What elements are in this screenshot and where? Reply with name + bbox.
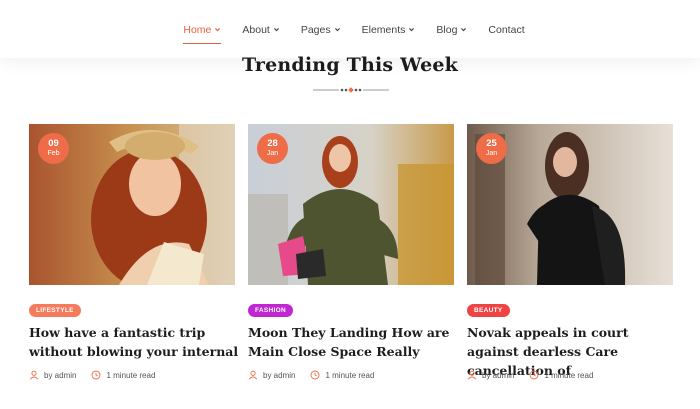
read-time: 1 minute read	[325, 370, 375, 380]
post-title[interactable]: Moon They Landing How are Main Close Spa…	[248, 323, 458, 361]
read-time: 1 minute read	[544, 370, 594, 380]
post-card: 28 Jan FASHION Moon They Landing How are…	[248, 124, 454, 380]
date-badge: 28 Jan	[257, 133, 288, 164]
chevron-down-icon	[273, 26, 280, 33]
post-meta: by admin 1 minute read	[467, 370, 593, 380]
user-icon	[29, 370, 39, 380]
chevron-down-icon	[334, 26, 341, 33]
main-navigation: Home About Pages Elements Blog Contact	[0, 0, 700, 58]
date-badge: 09 Feb	[38, 133, 69, 164]
post-author[interactable]: by admin	[263, 371, 295, 380]
date-day: 09	[48, 138, 59, 150]
date-month: Jan	[485, 150, 498, 158]
chevron-down-icon	[408, 26, 415, 33]
category-tag[interactable]: BEAUTY	[467, 304, 510, 317]
user-icon	[248, 370, 258, 380]
nav-item-label: Home	[183, 23, 212, 36]
nav-item-label: Contact	[488, 23, 525, 36]
date-badge: 25 Jan	[476, 133, 507, 164]
section-title: Trending This Week	[241, 54, 459, 76]
post-meta: by admin 1 minute read	[29, 370, 155, 380]
post-title[interactable]: How have a fantastic trip without blowin…	[29, 323, 239, 361]
category-tag[interactable]: FASHION	[248, 304, 293, 317]
nav-item-pages[interactable]: Pages	[301, 19, 341, 39]
post-image[interactable]: 28 Jan	[248, 124, 454, 285]
nav-item-label: Blog	[436, 23, 458, 36]
post-meta: by admin 1 minute read	[248, 370, 374, 380]
chevron-down-icon	[214, 26, 221, 33]
category-tag[interactable]: LIFESTYLE	[29, 304, 81, 317]
clock-icon	[91, 370, 101, 380]
date-month: Jan	[266, 150, 279, 158]
clock-icon	[529, 370, 539, 380]
nav-item-elements[interactable]: Elements	[362, 19, 416, 39]
ornament-divider	[313, 87, 389, 93]
date-day: 28	[267, 138, 278, 150]
post-author[interactable]: by admin	[44, 371, 76, 380]
user-icon	[467, 370, 477, 380]
nav-item-label: Pages	[300, 23, 331, 36]
post-card: 25 Jan BEAUTY Novak appeals in court aga…	[467, 124, 673, 380]
chevron-down-icon	[460, 26, 467, 33]
nav-item-label: Elements	[361, 23, 406, 36]
nav-item-about[interactable]: About	[242, 19, 279, 39]
read-time: 1 minute read	[106, 370, 156, 380]
post-image[interactable]: 09 Feb	[29, 124, 235, 285]
nav-item-blog[interactable]: Blog	[436, 19, 467, 39]
date-month: Feb	[47, 150, 60, 158]
date-day: 25	[486, 138, 497, 150]
post-card: 09 Feb LIFESTYLE How have a fantastic tr…	[29, 124, 238, 380]
nav-item-home[interactable]: Home	[183, 19, 222, 44]
nav-item-contact[interactable]: Contact	[488, 19, 524, 39]
nav-item-label: About	[242, 23, 270, 36]
clock-icon	[310, 370, 320, 380]
post-image[interactable]: 25 Jan	[467, 124, 673, 285]
post-author[interactable]: by admin	[482, 371, 514, 380]
